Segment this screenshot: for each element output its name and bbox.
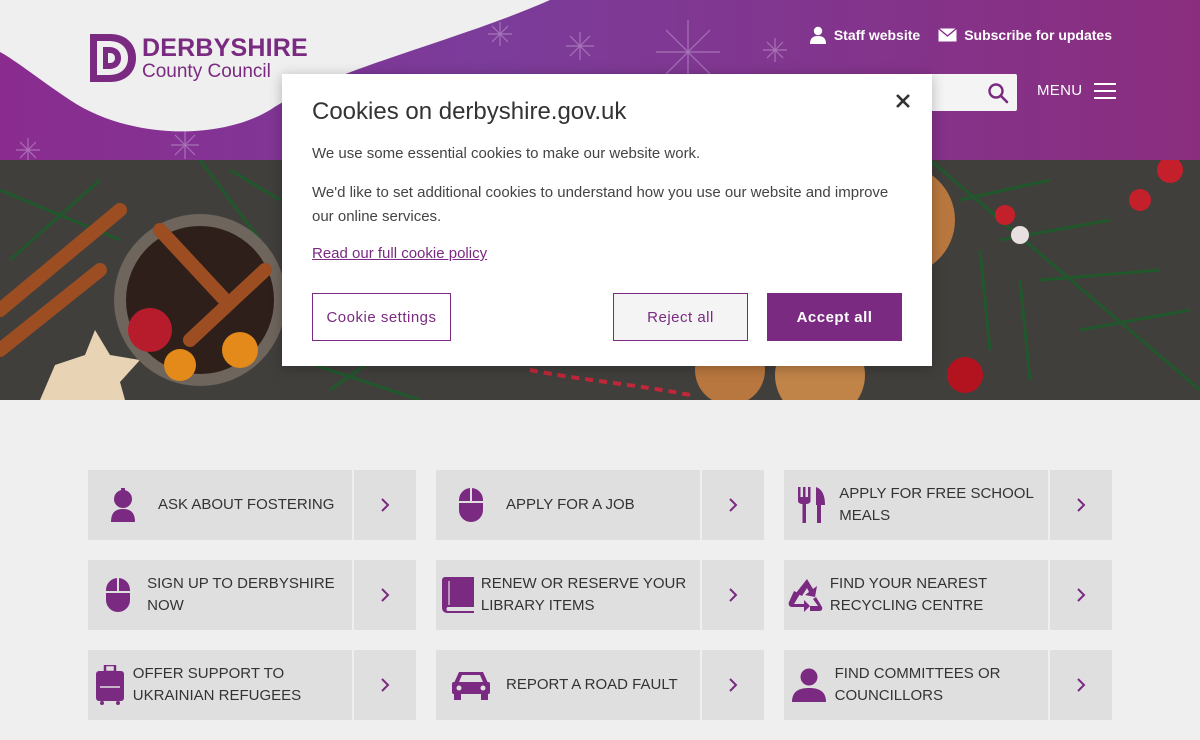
tile-label: APPLY FOR A JOB <box>506 496 635 513</box>
quick-links-grid: ASK ABOUT FOSTERING APPLY FOR A JOB APPL… <box>88 470 1112 720</box>
tile-ukrainian-refugees[interactable]: OFFER SUPPORT TO UKRAINIAN REFUGEES <box>88 650 416 720</box>
chevron-right-icon <box>729 588 738 602</box>
menu-label: MENU <box>1037 82 1083 99</box>
search-icon[interactable] <box>987 82 1009 104</box>
cutlery-icon <box>797 487 825 523</box>
tile-label: OFFER SUPPORT TO UKRAINIAN REFUGEES <box>132 665 302 704</box>
logo-name-line1: DERBYSHIRE <box>142 33 308 62</box>
chevron-right-icon <box>729 678 738 692</box>
top-links: Staff website Subscribe for updates <box>809 26 1112 44</box>
tile-sign-up-derbyshire-now[interactable]: SIGN UP TO DERBYSHIRE NOW <box>88 560 416 630</box>
tile-ask-about-fostering[interactable]: ASK ABOUT FOSTERING <box>88 470 416 540</box>
tile-free-school-meals[interactable]: APPLY FOR FREE SCHOOL MEALS <box>784 470 1112 540</box>
mouse-icon <box>105 578 130 612</box>
tile-library-items[interactable]: RENEW OR RESERVE YOUR LIBRARY ITEMS <box>436 560 764 630</box>
chevron-right-icon <box>381 678 390 692</box>
envelope-icon <box>938 28 958 42</box>
cookie-essential-text: We use some essential cookies to make ou… <box>312 145 701 162</box>
chevron-right-icon <box>1077 678 1086 692</box>
child-icon <box>111 488 135 522</box>
staff-website-link[interactable]: Staff website <box>809 26 920 44</box>
tile-recycling-centre[interactable]: FIND YOUR NEAREST RECYCLING CENTRE <box>784 560 1112 630</box>
chevron-right-icon <box>729 498 738 512</box>
chevron-right-icon <box>381 588 390 602</box>
tile-label: ASK ABOUT FOSTERING <box>158 496 335 513</box>
book-icon <box>442 577 475 613</box>
cookie-policy-link[interactable]: Read our full cookie policy <box>312 245 487 262</box>
chevron-right-icon <box>1077 588 1086 602</box>
person-icon <box>809 26 826 44</box>
close-icon[interactable] <box>894 92 912 110</box>
menu-button[interactable]: MENU <box>1037 82 1117 99</box>
chevron-right-icon <box>1077 498 1086 512</box>
tile-label: APPLY FOR FREE SCHOOL MEALS <box>839 485 1034 524</box>
tile-apply-for-a-job[interactable]: APPLY FOR A JOB <box>436 470 764 540</box>
tile-report-road-fault[interactable]: REPORT A ROAD FAULT <box>436 650 764 720</box>
reject-all-button[interactable]: Reject all <box>613 293 748 341</box>
accept-all-button[interactable]: Accept all <box>767 293 902 341</box>
person-icon <box>792 668 827 702</box>
subscribe-link[interactable]: Subscribe for updates <box>938 26 1112 44</box>
mouse-icon <box>459 488 483 522</box>
recycle-icon <box>788 579 823 612</box>
chevron-right-icon <box>381 498 390 512</box>
hamburger-icon <box>1094 82 1117 99</box>
tile-committees-councillors[interactable]: FIND COMMITTEES OR COUNCILLORS <box>784 650 1112 720</box>
cookie-additional-text: We'd like to set additional cookies to u… <box>312 184 889 225</box>
cookie-dialog-title: Cookies on derbyshire.gov.uk <box>312 98 627 125</box>
cookie-settings-button[interactable]: Cookie settings <box>312 293 451 341</box>
tile-label: REPORT A ROAD FAULT <box>506 676 678 693</box>
tile-label: RENEW OR RESERVE YOUR LIBRARY ITEMS <box>480 575 687 614</box>
cookie-dialog: Cookies on derbyshire.gov.uk We use some… <box>282 74 932 366</box>
tile-label: SIGN UP TO DERBYSHIRE NOW <box>147 575 335 614</box>
car-icon <box>452 672 490 700</box>
logo-mark-icon <box>90 34 136 82</box>
staff-website-label: Staff website <box>833 27 921 43</box>
tile-label: FIND COMMITTEES OR COUNCILLORS <box>834 665 1001 704</box>
site-logo[interactable]: DERBYSHIRE County Council <box>88 32 308 84</box>
suitcase-icon <box>96 665 125 705</box>
tile-label: FIND YOUR NEAREST RECYCLING CENTRE <box>829 575 987 614</box>
subscribe-label: Subscribe for updates <box>964 27 1112 43</box>
